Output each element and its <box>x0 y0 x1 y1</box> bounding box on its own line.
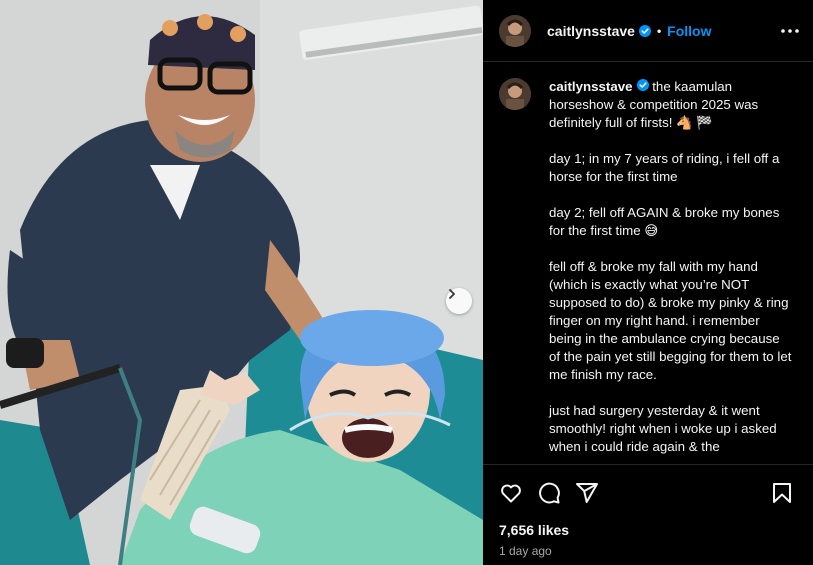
post-photo[interactable] <box>0 0 483 565</box>
follow-button[interactable]: Follow <box>667 23 711 39</box>
avatar[interactable] <box>499 14 531 47</box>
post-timestamp[interactable]: 1 day ago <box>499 544 797 558</box>
header-username[interactable]: caitlynsstave <box>547 23 635 39</box>
hospital-selfie-image <box>0 0 483 565</box>
separator-dot: • <box>656 23 662 38</box>
avatar-image <box>499 14 531 47</box>
post-side-panel: caitlynsstave • Follow caitlynsstave the… <box>483 0 813 565</box>
avatar-image <box>499 78 531 110</box>
verified-badge-icon <box>638 24 651 37</box>
likes-count[interactable]: 7,656 likes <box>499 522 797 538</box>
more-options-button[interactable] <box>781 28 799 33</box>
more-options-icon <box>781 28 799 33</box>
share-icon <box>576 483 598 503</box>
caption-section: caitlynsstave the kaamulan horseshow & c… <box>483 62 813 464</box>
comment-icon <box>539 482 560 504</box>
instagram-post-view: caitlynsstave • Follow caitlynsstave the… <box>0 0 813 565</box>
next-photo-button[interactable] <box>446 288 472 314</box>
post-header: caitlynsstave • Follow <box>483 0 813 62</box>
chevron-right-icon <box>449 289 455 299</box>
caption-username[interactable]: caitlynsstave <box>549 79 633 94</box>
action-icons-row <box>499 479 797 507</box>
caption-text: caitlynsstave the kaamulan horseshow & c… <box>549 78 793 456</box>
caption-row: caitlynsstave the kaamulan horseshow & c… <box>499 78 793 456</box>
like-button[interactable] <box>499 481 523 505</box>
heart-icon <box>501 484 521 503</box>
share-button[interactable] <box>575 481 599 505</box>
bookmark-icon <box>773 483 791 503</box>
verified-badge-icon <box>636 79 649 91</box>
caption-body: the kaamulan horseshow & competition 202… <box>549 79 792 454</box>
avatar[interactable] <box>499 78 531 110</box>
comment-button[interactable] <box>537 481 561 505</box>
post-actions: 7,656 likes 1 day ago <box>483 464 813 558</box>
save-button[interactable] <box>771 481 793 505</box>
